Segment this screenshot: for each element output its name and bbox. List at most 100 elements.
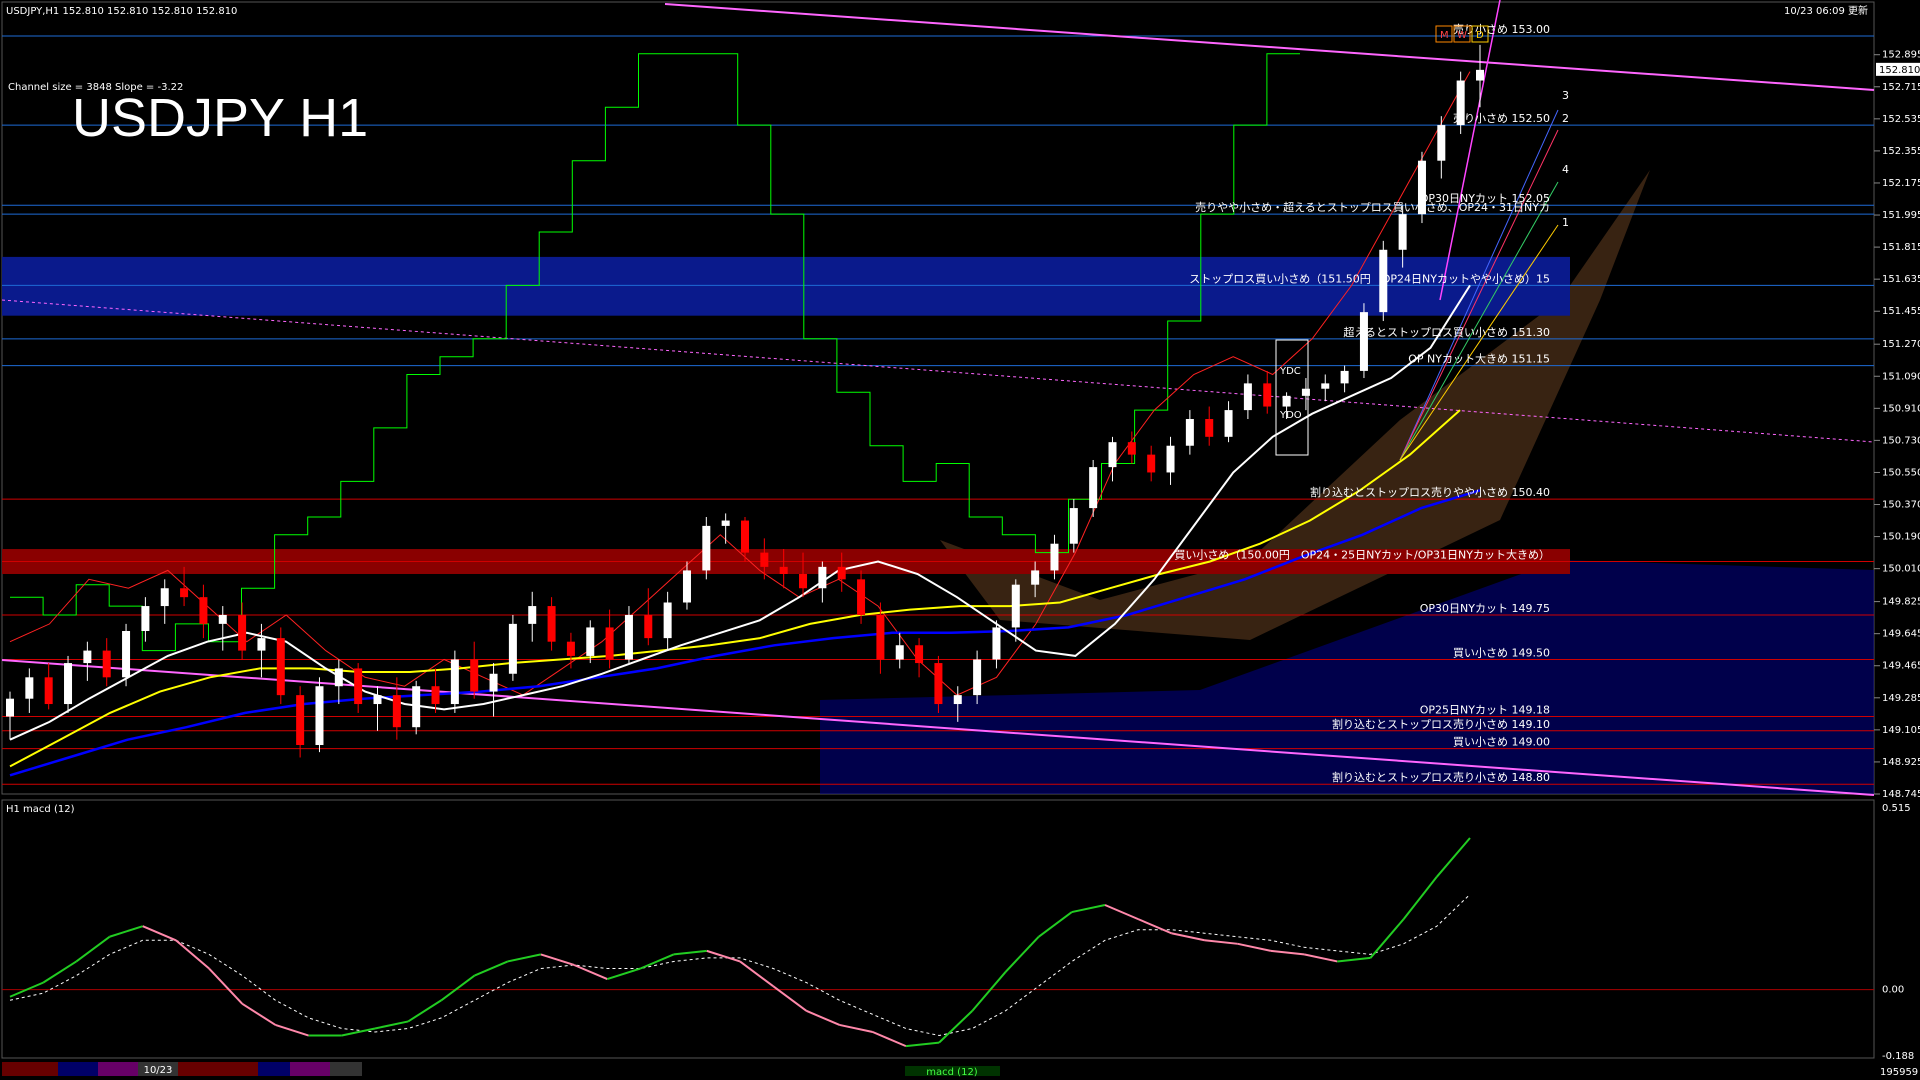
candle-bear [779, 566, 788, 574]
candle-bull [1282, 395, 1291, 407]
macd-tick-label: 0.00 [1882, 985, 1904, 996]
candle-bull [83, 650, 92, 664]
candle-bull [992, 627, 1001, 660]
candle-bull [663, 602, 672, 639]
stop-loss-band [2, 256, 1570, 316]
candle-bear [915, 645, 924, 664]
chart-background [0, 0, 1920, 1080]
price-tick-label: 151.090 [1882, 371, 1920, 382]
level-label: 買い小さめ（150.00円 OP24・25日NYカット/OP31日NYカット大き… [1174, 548, 1550, 562]
candle-bear [238, 614, 247, 651]
macd-tick-label: -0.188 [1882, 1051, 1914, 1062]
price-tick-label: 150.550 [1882, 467, 1920, 478]
macd-title: H1 macd (12) [6, 804, 75, 815]
macd-tick-label: 0.515 [1882, 803, 1911, 814]
candle-bear [1127, 442, 1136, 455]
candle-bull [1089, 467, 1098, 509]
candle-bear [392, 695, 401, 728]
candle-bull [1050, 543, 1059, 571]
candle-bear [470, 659, 479, 692]
candle-bear [566, 641, 575, 656]
candle-bull [528, 606, 537, 624]
price-tick-label: 151.455 [1882, 306, 1920, 317]
candle-bull [1166, 445, 1175, 473]
level-label: 割り込むとストップロス売りやや小さめ 150.40 [1310, 485, 1550, 499]
candle-bull [624, 614, 633, 660]
fan-label-1: 1 [1562, 216, 1569, 229]
candle-bear [876, 614, 885, 660]
level-label: 買い小さめ 149.50 [1453, 647, 1550, 660]
w-label: W [1457, 30, 1467, 41]
candle-bull [1243, 383, 1252, 411]
period-tab-5[interactable] [178, 1062, 218, 1076]
price-tick-label: 149.465 [1882, 661, 1920, 672]
price-tick-label: 149.285 [1882, 693, 1920, 704]
candle-bull [1437, 125, 1446, 161]
candle-bull [1031, 570, 1040, 585]
price-tick-label: 150.010 [1882, 564, 1920, 575]
candle-bear [741, 520, 749, 553]
ydo-label: YDO [1279, 410, 1302, 421]
candle-bull [1301, 388, 1310, 396]
candle-bull [721, 520, 730, 526]
price-tick-label: 150.910 [1882, 403, 1920, 414]
period-tab-6[interactable] [218, 1062, 258, 1076]
price-tick-label: 150.730 [1882, 435, 1920, 446]
level-label: 割り込むとストップロス売り小さめ 149.10 [1332, 717, 1550, 731]
period-tab-9[interactable] [330, 1062, 362, 1076]
candle-bull [64, 663, 73, 705]
price-tick-label: 151.815 [1882, 242, 1920, 253]
candle-bear [1263, 383, 1272, 407]
candle-bull [508, 623, 517, 674]
level-label: 売りやや小さめ・超えるとストップロス買い小さめ、OP24・31日NYカ [1195, 200, 1550, 214]
level-label: 売り小さめ 152.50 [1453, 112, 1550, 125]
candle-bull [257, 638, 266, 651]
candle-bull [702, 525, 711, 571]
candle-bull [818, 566, 827, 589]
price-tick-label: 151.270 [1882, 339, 1920, 350]
candle-bull [160, 588, 169, 607]
level-label: 超えるとストップロス買い小さめ 151.30 [1343, 325, 1550, 339]
level-label: OP25日NYカット 149.18 [1420, 704, 1550, 717]
candle-bear [760, 552, 769, 567]
candle-bear [296, 695, 305, 746]
level-label: OP30日NYカット 149.75 [1420, 602, 1550, 615]
candle-bull [973, 659, 982, 696]
candle-bull [895, 645, 904, 660]
candle-bear [934, 663, 943, 705]
fan-label-3: 3 [1562, 89, 1569, 102]
price-tick-label: 149.105 [1882, 725, 1920, 736]
period-tab-7[interactable] [258, 1062, 290, 1076]
candle-bear [102, 650, 111, 678]
candle-bear [276, 638, 285, 696]
candle-bear [1205, 419, 1214, 437]
date-tab-label: 10/23 [144, 1065, 173, 1076]
candle-bear [857, 579, 866, 615]
level-label: 売り小さめ 153.00 [1453, 23, 1550, 36]
candle-bull [25, 677, 34, 699]
candle-bear [1147, 454, 1156, 473]
candle-bull [450, 659, 459, 705]
price-tick-label: 152.175 [1882, 178, 1920, 189]
candle-bull [1108, 442, 1117, 468]
candle-bull [373, 695, 382, 705]
symbol-info: USDJPY,H1 152.810 152.810 152.810 152.81… [6, 6, 237, 17]
candle-bear [354, 668, 363, 705]
period-tab-1[interactable] [2, 1062, 58, 1076]
price-tick-label: 151.635 [1882, 274, 1920, 285]
period-tab-2[interactable] [58, 1062, 98, 1076]
price-tick-label: 152.715 [1882, 82, 1920, 93]
price-tick-label: 149.825 [1882, 597, 1920, 608]
chart-canvas[interactable]: 売り小さめ 153.00売り小さめ 152.50OP30日NYカット 152.0… [0, 0, 1920, 1080]
price-tick-label: 151.995 [1882, 210, 1920, 221]
level-label: OP NYカット大きめ 151.15 [1408, 352, 1550, 366]
period-tab-3[interactable] [98, 1062, 138, 1076]
candle-bull [141, 606, 150, 631]
candle-bull [1069, 508, 1078, 544]
period-tab-8[interactable] [290, 1062, 330, 1076]
candle-bull [122, 630, 131, 678]
candle-bull [953, 695, 962, 705]
candle-bull [315, 686, 324, 746]
price-tick-label: 150.370 [1882, 500, 1920, 511]
fan-label-2: 2 [1562, 112, 1569, 125]
